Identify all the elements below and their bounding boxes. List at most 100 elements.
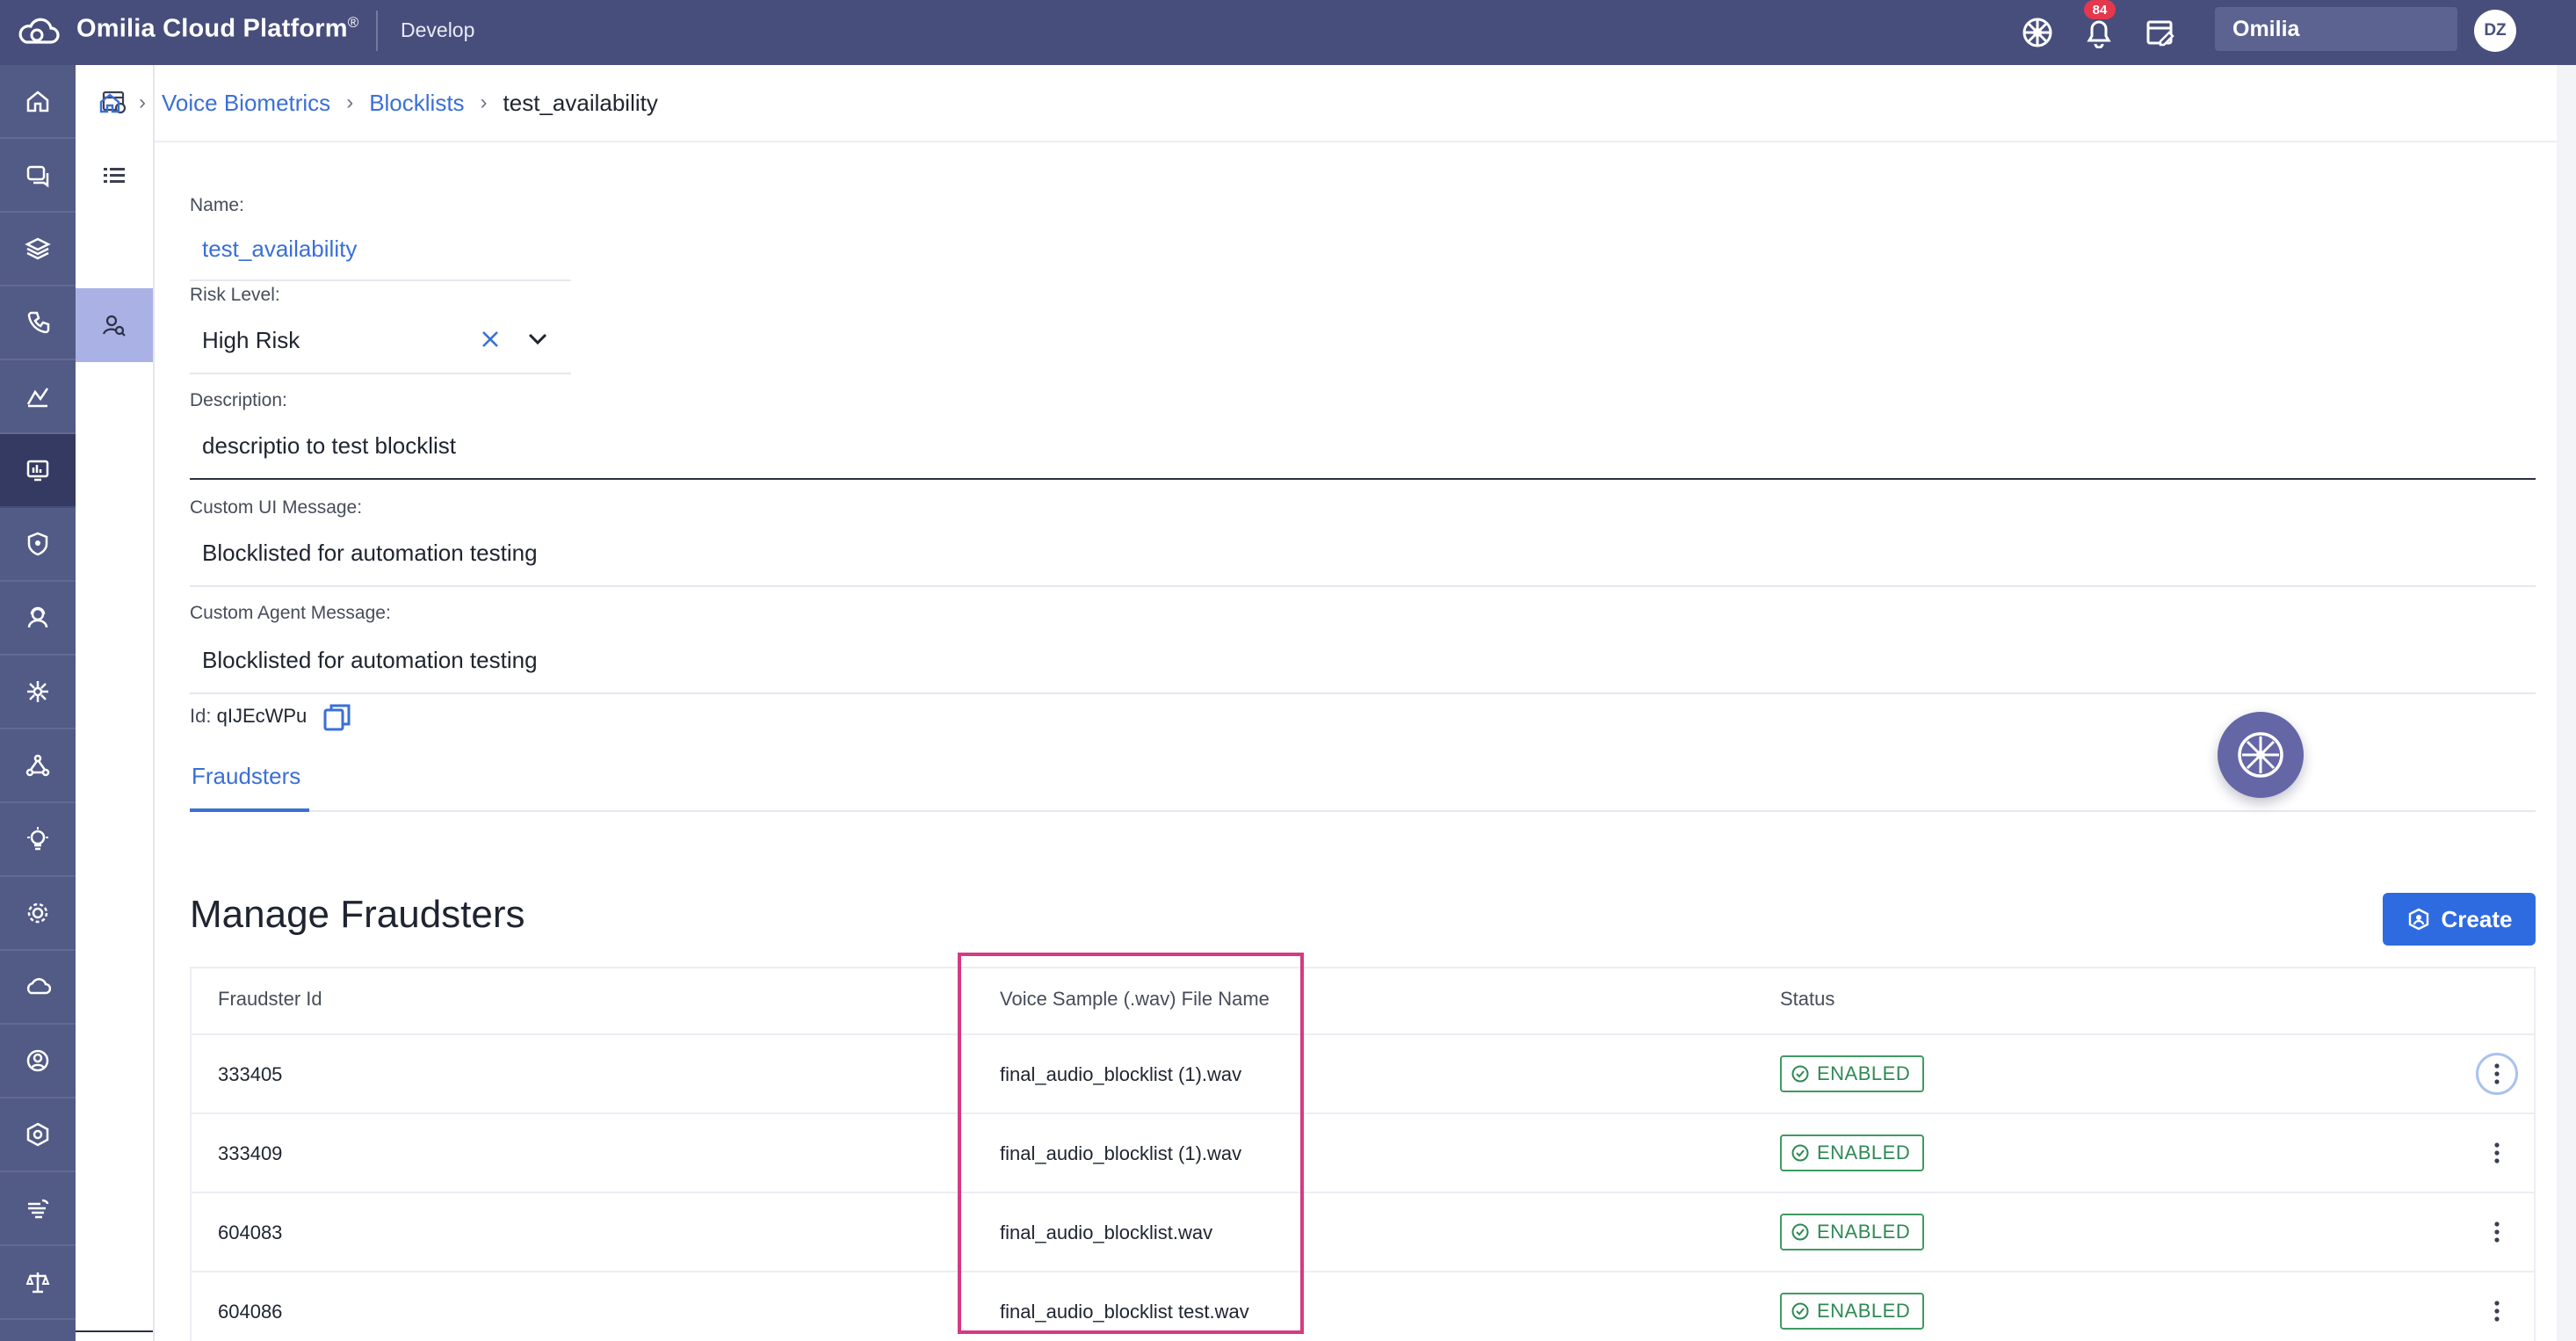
check-circle-icon [1791, 1144, 1809, 1162]
description-underline [190, 478, 2536, 480]
divider [192, 1192, 2534, 1193]
chevron-right-icon: › [139, 91, 146, 114]
risk-level-label: Risk Level: [190, 285, 280, 305]
custom-agent-message-field[interactable]: Blocklisted for automation testing [202, 647, 538, 674]
column-header-status[interactable]: Status [1780, 988, 1834, 1011]
fraudster-id-cell: 604086 [218, 1301, 283, 1323]
more-vertical-icon [2494, 1301, 2500, 1322]
chevron-right-icon: › [346, 91, 354, 114]
status-badge: ENABLED [1780, 1214, 1924, 1250]
check-circle-icon [1791, 1302, 1809, 1320]
legal-icon[interactable] [0, 1246, 76, 1320]
clear-icon[interactable] [478, 327, 503, 352]
status-text: ENABLED [1817, 1221, 1911, 1243]
status-badge: ENABLED [1780, 1293, 1924, 1330]
create-button[interactable]: Create [2383, 893, 2536, 946]
home-breadcrumb-icon[interactable] [98, 91, 123, 115]
agent-icon[interactable] [0, 582, 76, 656]
row-actions-button[interactable] [2476, 1290, 2518, 1332]
more-vertical-icon [2494, 1063, 2500, 1084]
divider [76, 1330, 153, 1332]
id-row: Id: qIJEcWPu [190, 705, 307, 728]
divider [190, 373, 571, 374]
assistant-fab[interactable] [2218, 712, 2304, 798]
status-text: ENABLED [1817, 1062, 1911, 1084]
admin-icon[interactable] [0, 1025, 76, 1098]
breadcrumb: › Voice Biometrics › Blocklists › test_a… [98, 88, 658, 118]
notification-badge: 84 [2084, 0, 2116, 19]
description-field[interactable]: descriptio to test blocklist [202, 432, 456, 460]
shield-icon[interactable] [0, 508, 76, 582]
list-icon[interactable] [76, 139, 153, 213]
more-vertical-icon [2494, 1221, 2500, 1243]
layers-icon[interactable] [0, 213, 76, 286]
user-search-icon[interactable] [76, 288, 153, 362]
voice-biometrics-icon[interactable] [0, 434, 76, 508]
fraudster-id-cell: 604083 [218, 1221, 283, 1243]
risk-level-select[interactable]: High Risk [202, 327, 300, 354]
id-label: Id: [190, 705, 212, 727]
environment-label[interactable]: Develop [401, 18, 474, 42]
name-label: Name: [190, 195, 244, 215]
insights-icon[interactable] [0, 803, 76, 877]
call-icon[interactable] [0, 286, 76, 360]
status-text: ENABLED [1817, 1142, 1911, 1163]
divider [192, 1113, 2534, 1114]
status-badge: ENABLED [1780, 1134, 1924, 1171]
assistant-icon [2238, 732, 2283, 778]
divider [190, 692, 2536, 694]
check-circle-icon [1791, 1065, 1809, 1083]
speech-icon[interactable] [0, 1172, 76, 1246]
brand-title[interactable]: Omilia Cloud Platform® [76, 14, 358, 44]
chat-icon[interactable] [0, 139, 76, 213]
home-icon[interactable] [0, 65, 76, 139]
section-title: Manage Fraudsters [190, 893, 525, 936]
name-field[interactable]: test_availability [202, 236, 357, 263]
network-icon[interactable] [0, 656, 76, 729]
analytics-icon[interactable] [0, 360, 76, 434]
breadcrumb-voice-biometrics[interactable]: Voice Biometrics [162, 90, 330, 117]
check-circle-icon [1791, 1223, 1809, 1241]
fraudster-id-cell: 333405 [218, 1063, 283, 1085]
org-selector[interactable]: Omilia [2215, 7, 2457, 51]
app-window: Omilia Cloud Platform® Develop 84 Omilia… [0, 0, 2576, 1341]
fraudsters-table [190, 967, 2536, 1341]
divider [376, 11, 378, 51]
release-notes-icon[interactable] [2140, 12, 2181, 53]
row-actions-button[interactable] [2476, 1211, 2518, 1253]
avatar[interactable]: DZ [2474, 10, 2516, 52]
hexagon-settings-icon[interactable] [0, 1098, 76, 1172]
highlight-annotation-box [958, 953, 1304, 1334]
breadcrumb-blocklists[interactable]: Blocklists [369, 90, 464, 117]
main-sidebar [0, 65, 76, 1341]
cloud-icon[interactable] [0, 951, 76, 1025]
settings-icon[interactable] [0, 877, 76, 951]
column-header-fraudster-id[interactable]: Fraudster Id [218, 988, 322, 1011]
chevron-down-icon[interactable] [525, 327, 550, 352]
status-badge: ENABLED [1780, 1055, 1924, 1092]
description-label: Description: [190, 390, 287, 410]
tab-fraudsters[interactable]: Fraudsters [192, 763, 300, 790]
chevron-right-icon: › [480, 91, 488, 114]
status-text: ENABLED [1817, 1300, 1911, 1322]
custom-ui-message-field[interactable]: Blocklisted for automation testing [202, 540, 538, 567]
more-vertical-icon [2494, 1142, 2500, 1163]
top-bar: Omilia Cloud Platform® Develop 84 Omilia… [0, 0, 2576, 65]
graph-icon[interactable] [0, 729, 76, 803]
add-user-icon [2408, 908, 2428, 931]
custom-ui-message-label: Custom UI Message: [190, 497, 363, 518]
row-actions-button[interactable] [2476, 1053, 2518, 1095]
secondary-sidebar [76, 65, 155, 1341]
id-value: qIJEcWPu [216, 705, 308, 727]
scrollbar-track[interactable] [2557, 65, 2576, 1341]
row-actions-button[interactable] [2476, 1132, 2518, 1174]
divider [155, 141, 2557, 142]
custom-agent-message-label: Custom Agent Message: [190, 603, 391, 623]
support-wheel-icon[interactable] [2017, 12, 2058, 53]
divider [192, 1271, 2534, 1272]
copy-icon[interactable] [322, 701, 353, 733]
fraudster-id-cell: 333409 [218, 1142, 283, 1164]
cloud-logo-icon[interactable] [18, 12, 60, 51]
divider [190, 279, 571, 281]
active-tab-indicator [190, 808, 309, 812]
